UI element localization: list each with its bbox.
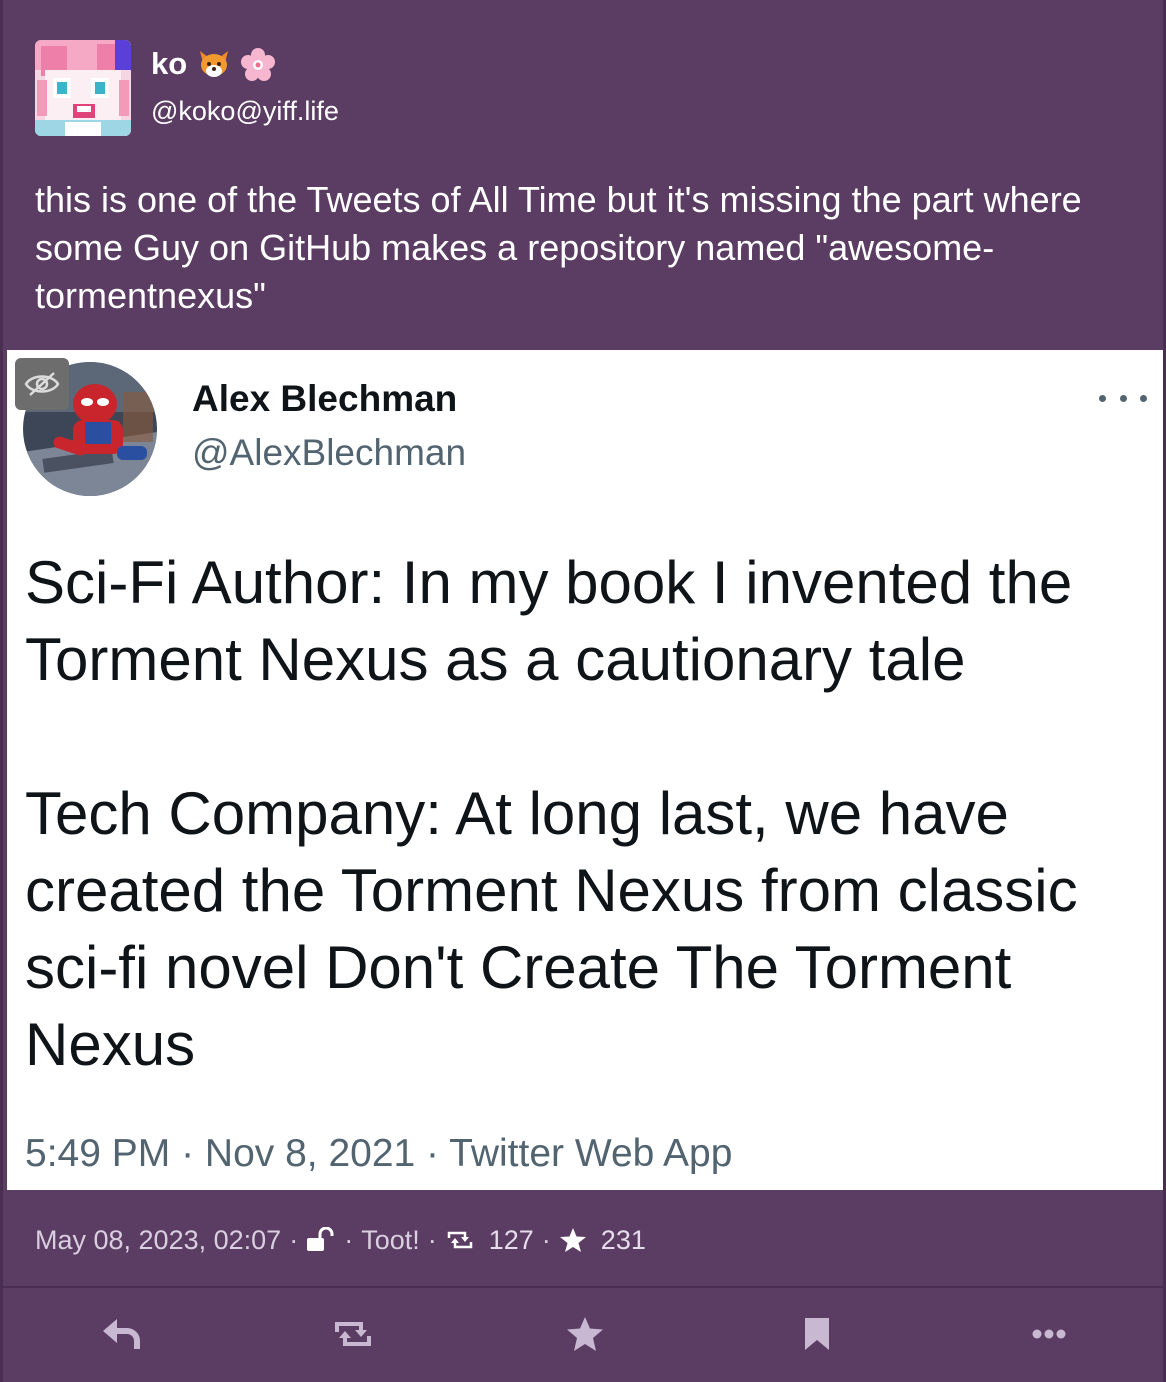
tweet-text: Sci-Fi Author: In my book I invented the… (25, 544, 1155, 1083)
tweet-author-name: Alex Blechman (192, 378, 458, 419)
separator: · (344, 1224, 354, 1255)
avatar[interactable] (35, 40, 131, 136)
status-timestamp[interactable]: May 08, 2023, 02:07 (35, 1225, 281, 1256)
bookmark-icon (805, 1318, 829, 1350)
eye-slash-icon (24, 372, 60, 396)
star-count-icon (559, 1227, 587, 1253)
tweet-author-handle: @AlexBlechman (192, 432, 467, 473)
more-icon (1032, 1329, 1066, 1339)
unlock-icon (306, 1227, 336, 1253)
action-bar (3, 1290, 1166, 1378)
tweet-paragraph: Sci-Fi Author: In my book I invented the… (25, 549, 1073, 693)
divider (3, 1286, 1166, 1288)
separator: · (541, 1224, 551, 1255)
status-meta: May 08, 2023, 02:07 · · Toot! · 127 · 23… (35, 1222, 646, 1258)
tweet-paragraph: Tech Company: At long last, we have crea… (25, 780, 1078, 1078)
separator: · (427, 1224, 437, 1255)
status-content: this is one of the Tweets of All Time bu… (35, 179, 1082, 316)
favourite-count[interactable]: 231 (601, 1225, 646, 1256)
media-attachment[interactable]: Alex Blechman @AlexBlechman Sci-Fi Autho… (7, 350, 1163, 1190)
boost-count-icon (445, 1228, 475, 1252)
tweet-meta: 5:49 PM · Nov 8, 2021 · Twitter Web App (25, 1132, 733, 1175)
hide-media-button[interactable] (15, 358, 69, 410)
favourite-button[interactable] (561, 1310, 609, 1358)
boost-button[interactable] (329, 1310, 377, 1358)
reply-button[interactable] (97, 1310, 145, 1358)
account-handle[interactable]: @koko@yiff.life (151, 96, 339, 127)
display-name[interactable]: ko (151, 46, 276, 82)
reblog-count[interactable]: 127 (489, 1225, 534, 1256)
more-button[interactable] (1025, 1310, 1073, 1358)
display-name-text: ko (151, 46, 188, 81)
reply-icon (103, 1319, 140, 1349)
status-application[interactable]: Toot! (361, 1225, 420, 1256)
favourite-icon (567, 1317, 603, 1351)
boost-icon (335, 1322, 371, 1346)
bookmark-button[interactable] (793, 1310, 841, 1358)
cherry-blossom-emoji-icon (241, 47, 276, 81)
separator: · (289, 1224, 299, 1255)
fox-emoji-icon (197, 47, 231, 81)
status: ko @koko@yiff.life this is one of the Tw… (0, 0, 1166, 1382)
tweet-more-icon (1099, 386, 1147, 410)
